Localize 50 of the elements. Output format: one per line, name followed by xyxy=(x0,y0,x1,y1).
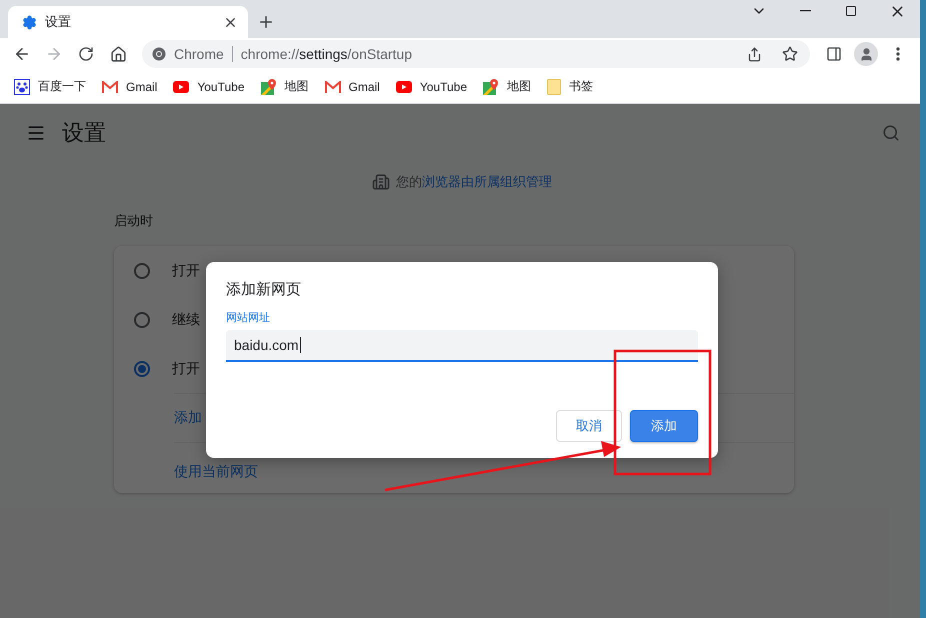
person-icon xyxy=(858,46,874,62)
settings-icon xyxy=(22,14,37,30)
option-label: 打开 xyxy=(172,262,200,280)
folder-icon xyxy=(547,78,561,94)
radio-button[interactable] xyxy=(134,312,150,328)
bookmark-link[interactable]: 地图 xyxy=(483,78,531,95)
radio-button[interactable] xyxy=(134,360,150,376)
address-bar[interactable]: Chrome chrome://settings/onStartup xyxy=(142,40,810,68)
bookmark-link[interactable]: 百度一下 xyxy=(14,78,86,95)
url-input-field[interactable]: baidu.com xyxy=(226,330,698,362)
mail-icon xyxy=(324,80,340,92)
arrow-right-icon xyxy=(45,45,63,63)
maximize-icon xyxy=(845,5,857,17)
url-text: chrome://settings/onStartup xyxy=(240,46,414,62)
option-label: 打开 xyxy=(172,360,200,378)
page-title: 设置 xyxy=(62,119,107,147)
bookmark-link[interactable]: 地图 xyxy=(260,78,308,95)
play-icon xyxy=(173,80,190,92)
mail-icon xyxy=(102,80,118,92)
paw-icon xyxy=(14,78,30,94)
option-label: 继续 xyxy=(172,310,200,328)
radio-button[interactable] xyxy=(134,262,150,278)
bookmark-link[interactable]: YouTube xyxy=(396,80,467,94)
map-pin-icon xyxy=(260,78,276,94)
field-label: 网站网址 xyxy=(226,311,271,326)
bookmark-link[interactable]: Gmail xyxy=(324,80,380,94)
star-icon xyxy=(782,46,798,62)
bookmark-link[interactable]: YouTube xyxy=(173,80,244,94)
chrome-icon xyxy=(152,47,166,61)
browser-tab[interactable]: 设置 xyxy=(8,6,248,38)
home-icon xyxy=(110,46,126,62)
search-icon[interactable] xyxy=(882,124,900,142)
side-panel-icon xyxy=(826,46,842,62)
more-vertical-icon xyxy=(896,47,900,61)
share-icon xyxy=(746,46,762,62)
reload-icon xyxy=(78,46,94,62)
plus-icon xyxy=(257,13,275,31)
building-icon xyxy=(372,173,390,191)
map-pin-icon xyxy=(483,78,499,94)
profile-button[interactable] xyxy=(854,42,878,66)
section-title: 启动时 xyxy=(114,212,154,230)
bookmark-link[interactable]: Gmail xyxy=(102,80,158,94)
play-icon xyxy=(396,80,412,92)
bookmark-link[interactable]: 书签 xyxy=(547,78,593,95)
add-button[interactable]: 添加 xyxy=(630,410,698,442)
managed-notice: 您的浏览器由所属组织管理 xyxy=(396,173,552,191)
minimize-icon xyxy=(800,10,810,12)
dialog-title: 添加新网页 xyxy=(226,280,302,300)
cancel-button[interactable]: 取消 xyxy=(556,410,622,442)
site-label: Chrome xyxy=(174,46,224,62)
